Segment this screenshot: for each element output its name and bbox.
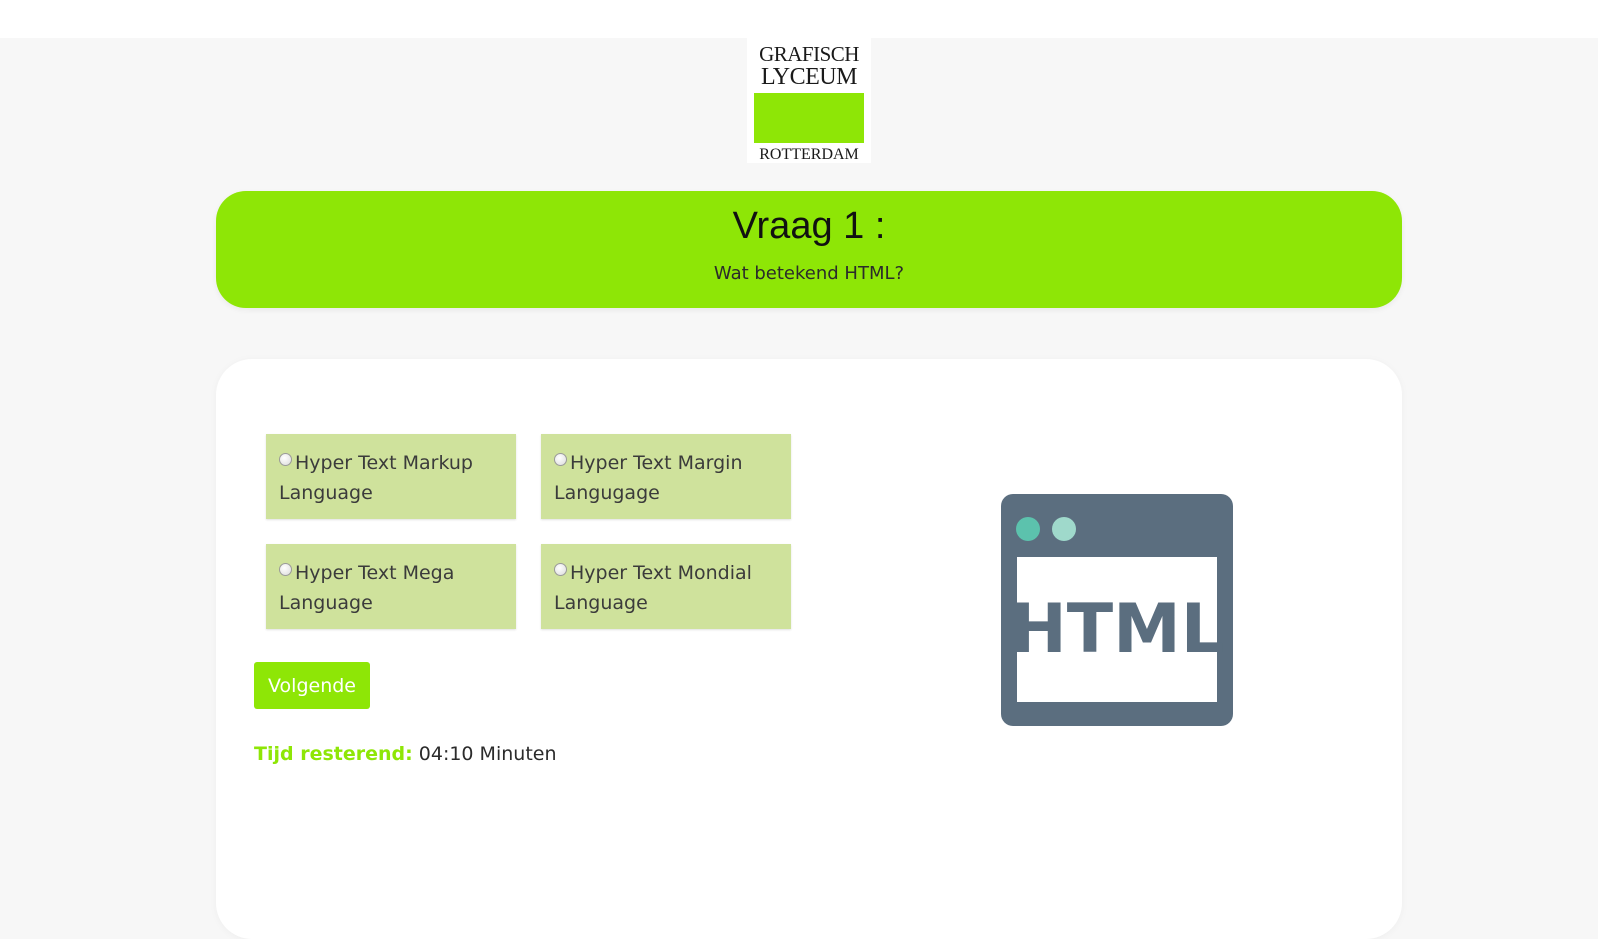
next-button[interactable]: Volgende (254, 662, 370, 709)
html-browser-window-icon: HTML (1001, 494, 1233, 726)
radio-button[interactable] (554, 563, 567, 576)
answer-option-label: Hyper Text Mega Language (279, 562, 455, 614)
quiz-card: Hyper Text Markup Language Hyper Text Ma… (216, 359, 1402, 939)
logo-green-block (754, 93, 864, 143)
logo-text-line-3: ROTTERDAM (759, 146, 859, 163)
html-label: HTML (1010, 590, 1224, 669)
radio-button[interactable] (554, 453, 567, 466)
top-bar (0, 0, 1598, 38)
question-text: Wat betekend HTML? (713, 263, 905, 284)
answer-option-4[interactable]: Hyper Text Mondial Language (541, 544, 791, 629)
logo-text-line-2: LYCEUM (761, 64, 857, 90)
answer-option-2[interactable]: Hyper Text Margin Langugage (541, 434, 791, 519)
question-title: Vraag 1 : (732, 205, 886, 247)
answer-option-label: Hyper Text Markup Language (279, 452, 473, 504)
logo-text-line-1: GRAFISCH (759, 42, 859, 66)
answer-option-1[interactable]: Hyper Text Markup Language (266, 434, 516, 519)
question-banner: Vraag 1 : Wat betekend HTML? (216, 191, 1402, 308)
time-remaining-label: Tijd resterend: (254, 743, 413, 765)
school-logo: GRAFISCH LYCEUM ROTTERDAM (747, 38, 871, 163)
browser-dot-1 (1016, 517, 1040, 541)
answer-option-3[interactable]: Hyper Text Mega Language (266, 544, 516, 629)
time-remaining-value: 04:10 Minuten (418, 743, 557, 765)
browser-dot-2 (1052, 517, 1076, 541)
radio-button[interactable] (279, 563, 292, 576)
answer-option-label: Hyper Text Margin Langugage (554, 452, 743, 504)
radio-button[interactable] (279, 453, 292, 466)
time-remaining: Tijd resterend: 04:10 Minuten (254, 743, 557, 765)
answer-option-label: Hyper Text Mondial Language (554, 562, 752, 614)
